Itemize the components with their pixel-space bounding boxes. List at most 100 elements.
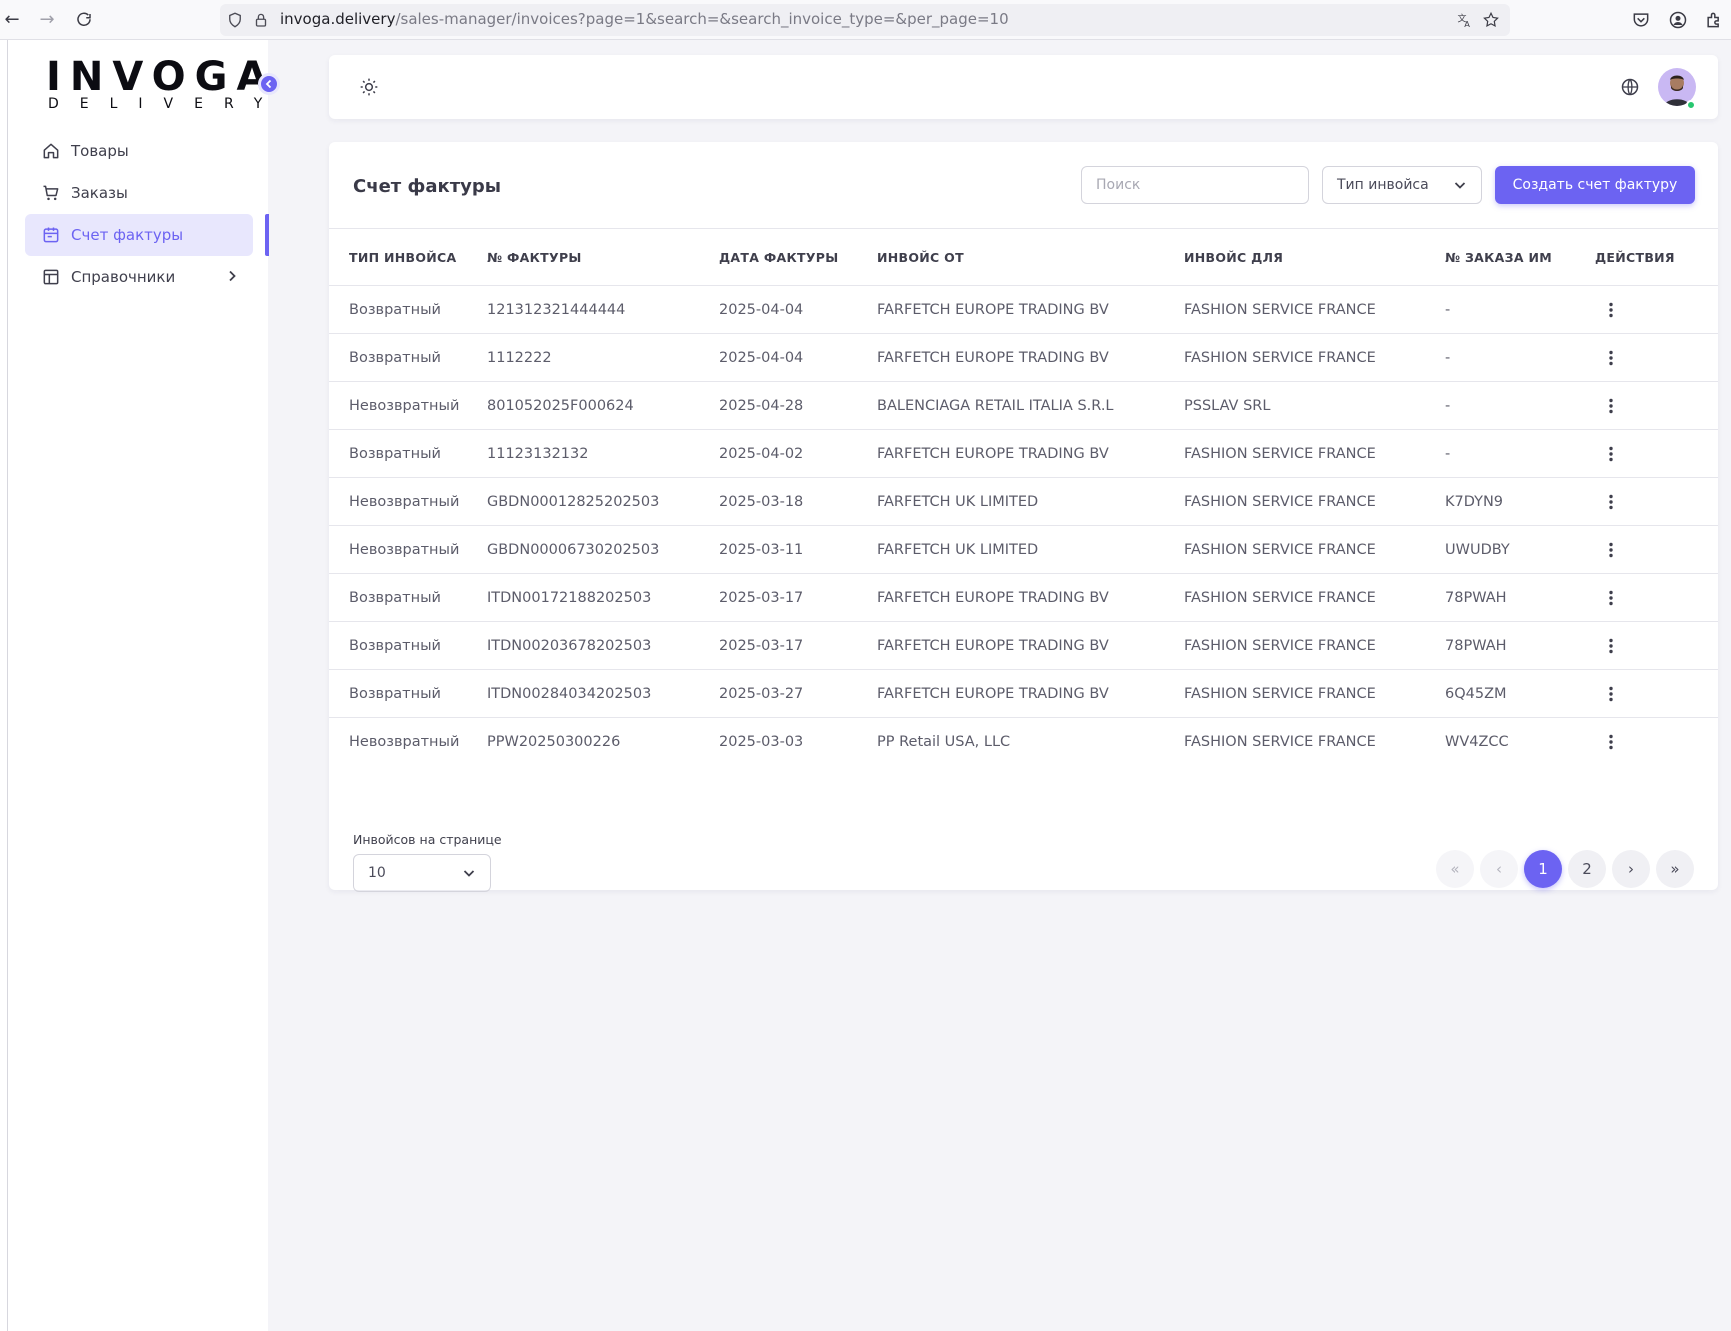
cell-number: ITDN00203678202503 bbox=[487, 621, 719, 670]
cell-actions bbox=[1595, 477, 1718, 526]
page-title: Счет фактуры bbox=[353, 176, 502, 197]
cell-type: Возвратный bbox=[329, 669, 487, 718]
table-row: Возвратный 1112222 2025-04-04 FARFETCH EURO… bbox=[329, 333, 1718, 382]
theme-toggle-icon[interactable] bbox=[359, 77, 379, 97]
cell-actions bbox=[1595, 429, 1718, 478]
cell-to: FASHION SERVICE FRANCE bbox=[1184, 621, 1445, 670]
more-vertical-icon[interactable] bbox=[1601, 396, 1621, 416]
sidebar-item-label: Справочники bbox=[71, 268, 176, 286]
column-header-number: № ФАКТУРЫ bbox=[487, 228, 719, 286]
sidebar-collapse-button[interactable] bbox=[258, 73, 280, 95]
cell-date: 2025-04-04 bbox=[719, 285, 877, 334]
cell-date: 2025-03-03 bbox=[719, 733, 804, 750]
cell-type: Невозвратный bbox=[349, 733, 460, 750]
table-row: Возвратный ITDN00172188202503 2025-03-17 FA… bbox=[329, 573, 1718, 622]
more-vertical-icon[interactable] bbox=[1601, 492, 1621, 512]
first-page-button[interactable]: « bbox=[1436, 850, 1474, 888]
cell-order-number: 78PWAH bbox=[1445, 621, 1595, 670]
cell-order-number: WV4ZCC bbox=[1445, 733, 1509, 750]
language-icon[interactable] bbox=[1620, 77, 1640, 97]
cell-from: PP Retail USA, LLC bbox=[877, 733, 1011, 750]
sidebar-item-invoices[interactable]: Счет фактуры bbox=[25, 214, 253, 256]
logo[interactable]: INVOGA bbox=[46, 54, 276, 100]
cell-from: FARFETCH EUROPE TRADING BV bbox=[877, 333, 1184, 382]
more-vertical-icon[interactable] bbox=[1601, 540, 1621, 560]
more-vertical-icon[interactable] bbox=[1601, 588, 1621, 608]
extensions-icon[interactable] bbox=[1704, 10, 1724, 30]
cell-number: PPW20250300226 bbox=[487, 733, 621, 750]
cell-type: Возвратный bbox=[329, 621, 487, 670]
cell-actions bbox=[1595, 381, 1718, 430]
cell-number: 121312321444444 bbox=[487, 285, 719, 334]
page-button-2[interactable]: 2 bbox=[1568, 850, 1606, 888]
pocket-icon[interactable] bbox=[1631, 10, 1651, 30]
cell-from: FARFETCH UK LIMITED bbox=[877, 525, 1184, 574]
column-header-from: ИНВОЙС ОТ bbox=[877, 228, 1184, 286]
translate-icon[interactable]: 文A bbox=[1456, 11, 1474, 29]
cell-number: GBDN00012825202503 bbox=[487, 477, 719, 526]
cell-date: 2025-03-17 bbox=[719, 621, 877, 670]
cell-to: FASHION SERVICE FRANCE bbox=[1184, 285, 1445, 334]
back-icon[interactable]: ← bbox=[0, 8, 24, 32]
sidebar-item-label: Заказы bbox=[71, 184, 128, 202]
more-vertical-icon[interactable] bbox=[1601, 300, 1621, 320]
cell-number: 11123132132 bbox=[487, 429, 719, 478]
more-vertical-icon[interactable] bbox=[1601, 732, 1621, 752]
invoice-type-select[interactable]: Тип инвойса bbox=[1322, 166, 1482, 204]
sidebar-item-products[interactable]: Товары bbox=[25, 130, 253, 172]
table-row: Возвратный ITDN00203678202503 2025-03-17 FA… bbox=[329, 621, 1718, 670]
per-page-value: 10 bbox=[368, 865, 386, 881]
cell-order-number: - bbox=[1445, 429, 1595, 478]
cell-actions bbox=[1595, 573, 1718, 622]
cell-type: Невозвратный bbox=[329, 477, 487, 526]
url-bar[interactable]: invoga.delivery/sales-manager/invoices?p… bbox=[220, 4, 1510, 36]
per-page-select[interactable]: 10 bbox=[353, 854, 491, 892]
cell-from: FARFETCH EUROPE TRADING BV bbox=[877, 429, 1184, 478]
table-row: Невозвратный GBDN00012825202503 2025-03-18… bbox=[329, 477, 1718, 526]
last-page-button[interactable]: » bbox=[1656, 850, 1694, 888]
more-vertical-icon[interactable] bbox=[1601, 684, 1621, 704]
cell-from: FARFETCH EUROPE TRADING BV bbox=[877, 285, 1184, 334]
cell-from: FARFETCH EUROPE TRADING BV bbox=[877, 621, 1184, 670]
prev-page-button[interactable]: ‹ bbox=[1480, 850, 1518, 888]
svg-text:A: A bbox=[1464, 19, 1470, 29]
sidebar-item-orders[interactable]: Заказы bbox=[25, 172, 253, 214]
forward-icon[interactable]: → bbox=[35, 8, 59, 32]
chevron-down-icon bbox=[1454, 182, 1466, 189]
create-invoice-button[interactable]: Создать счет фактуру bbox=[1495, 166, 1695, 204]
cell-from: FARFETCH EUROPE TRADING BV bbox=[877, 573, 1184, 622]
cell-number: 1112222 bbox=[487, 333, 719, 382]
layout-icon bbox=[43, 269, 59, 285]
cell-date: 2025-04-28 bbox=[719, 381, 877, 430]
cell-type: Невозвратный bbox=[329, 381, 487, 430]
next-page-button[interactable]: › bbox=[1612, 850, 1650, 888]
page-button-1[interactable]: 1 bbox=[1524, 850, 1562, 888]
cell-date: 2025-03-27 bbox=[719, 669, 877, 718]
cell-to: FASHION SERVICE FRANCE bbox=[1184, 333, 1445, 382]
cell-from: FARFETCH EUROPE TRADING BV bbox=[877, 669, 1184, 718]
cell-date: 2025-04-02 bbox=[719, 429, 877, 478]
chevron-down-icon bbox=[463, 870, 475, 877]
more-vertical-icon[interactable] bbox=[1601, 348, 1621, 368]
more-vertical-icon[interactable] bbox=[1601, 444, 1621, 464]
reload-icon[interactable] bbox=[72, 8, 96, 32]
search-input[interactable] bbox=[1081, 166, 1309, 204]
table-row: Невозвратный PPW20250300226 2025-03-03 PP R… bbox=[329, 718, 1718, 766]
cell-to: FASHION SERVICE FRANCE bbox=[1184, 477, 1445, 526]
account-icon[interactable] bbox=[1668, 10, 1688, 30]
cell-type: Невозвратный bbox=[329, 525, 487, 574]
url-text[interactable]: invoga.delivery/sales-manager/invoices?p… bbox=[280, 10, 1009, 28]
cell-from: FARFETCH UK LIMITED bbox=[877, 477, 1184, 526]
cell-type: Возвратный bbox=[329, 429, 487, 478]
cell-number: 801052025F000624 bbox=[487, 381, 719, 430]
cell-actions bbox=[1595, 718, 1718, 766]
table-row: Невозвратный GBDN00006730202503 2025-03-11… bbox=[329, 525, 1718, 574]
cell-actions bbox=[1595, 285, 1718, 334]
invoices-table: ТИП ИНВОЙСА № ФАКТУРЫ ДАТА ФАКТУРЫ ИНВОЙ… bbox=[329, 228, 1718, 766]
cell-order-number: 6Q45ZM bbox=[1445, 669, 1595, 718]
sidebar-item-references[interactable]: Справочники bbox=[25, 256, 253, 298]
column-header-date: ДАТА ФАКТУРЫ bbox=[719, 228, 877, 286]
more-vertical-icon[interactable] bbox=[1601, 636, 1621, 656]
star-icon[interactable] bbox=[1482, 11, 1500, 29]
sidebar-item-label: Счет фактуры bbox=[71, 226, 184, 244]
